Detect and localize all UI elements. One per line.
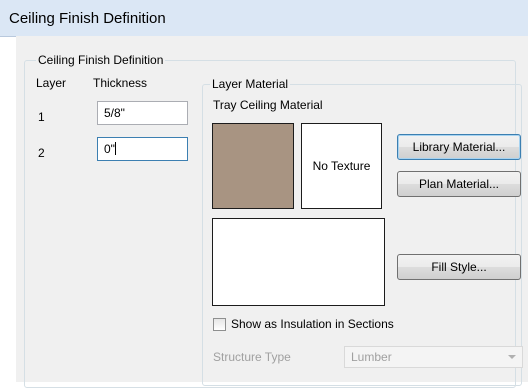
structure-type-label: Structure Type bbox=[213, 350, 291, 364]
chevron-down-icon bbox=[508, 355, 516, 359]
title-bar: Ceiling Finish Definition bbox=[0, 0, 528, 37]
layer-2-thickness-value: 0" bbox=[104, 142, 115, 156]
library-material-button[interactable]: Library Material... bbox=[397, 134, 521, 160]
layer-2-thickness-input[interactable]: 0" bbox=[97, 137, 188, 161]
no-texture-label: No Texture bbox=[312, 159, 371, 173]
plan-material-button[interactable]: Plan Material... bbox=[397, 171, 521, 197]
structure-type-select[interactable]: Lumber bbox=[344, 346, 523, 368]
layer-1-number: 1 bbox=[38, 110, 45, 124]
layer-1-thickness-input[interactable]: 5/8" bbox=[97, 101, 188, 125]
thickness-column-header: Thickness bbox=[93, 76, 148, 90]
fill-style-preview[interactable] bbox=[212, 218, 385, 306]
material-name: Tray Ceiling Material bbox=[213, 98, 323, 112]
dialog-panel: Ceiling Finish Definition Layer Thicknes… bbox=[16, 36, 528, 388]
text-caret bbox=[114, 142, 116, 155]
structure-type-value: Lumber bbox=[351, 350, 392, 364]
show-insulation-label[interactable]: Show as Insulation in Sections bbox=[231, 317, 394, 331]
layer-material-group-label: Layer Material bbox=[210, 77, 291, 91]
finish-definition-group-label: Ceiling Finish Definition bbox=[36, 53, 166, 67]
layer-1-thickness-value: 5/8" bbox=[104, 106, 125, 120]
texture-preview[interactable]: No Texture bbox=[301, 123, 382, 209]
fill-style-button[interactable]: Fill Style... bbox=[397, 254, 521, 280]
layer-2-number: 2 bbox=[38, 146, 45, 160]
show-insulation-checkbox[interactable] bbox=[213, 318, 226, 331]
material-color-swatch[interactable] bbox=[212, 123, 294, 209]
layer-column-header: Layer bbox=[36, 76, 67, 90]
window-title: Ceiling Finish Definition bbox=[9, 10, 166, 27]
